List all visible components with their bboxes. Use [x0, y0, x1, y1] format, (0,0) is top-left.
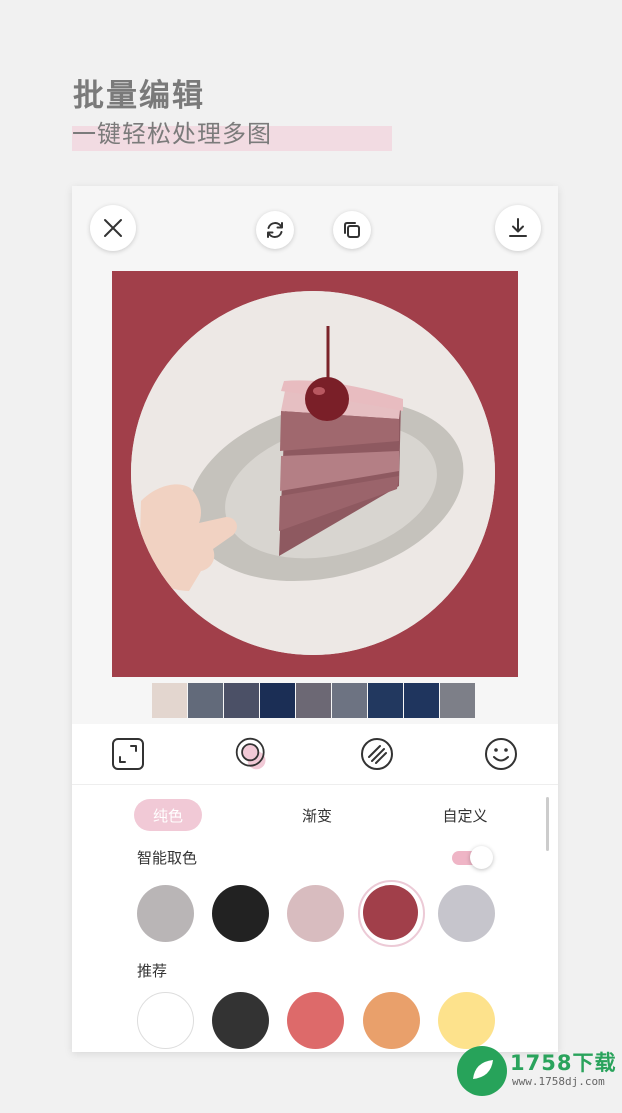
thumbnail[interactable]	[224, 683, 259, 718]
watermark-brand: 1758下载	[510, 1051, 617, 1075]
tool-expand[interactable]	[110, 736, 146, 772]
toggle-knob	[470, 846, 493, 869]
duplicate-button[interactable]	[333, 211, 371, 249]
thumbnail[interactable]	[332, 683, 367, 718]
thumbnail[interactable]	[368, 683, 403, 718]
thumbnail[interactable]	[152, 683, 187, 718]
photo-crop-circle[interactable]	[131, 291, 495, 655]
tab-gradient[interactable]: 渐变	[282, 799, 352, 831]
tab-custom[interactable]: 自定义	[430, 799, 500, 831]
thumbnail[interactable]	[404, 683, 439, 718]
smiley-icon	[485, 738, 517, 770]
thumbnail-strip	[152, 683, 475, 718]
rotate-button[interactable]	[256, 211, 294, 249]
smart-color-swatch[interactable]	[438, 885, 495, 942]
tool-bar	[72, 724, 558, 785]
smart-color-swatch[interactable]	[137, 885, 194, 942]
smart-color-swatch[interactable]	[287, 885, 344, 942]
recommend-color-swatch[interactable]	[137, 992, 194, 1049]
watermark-url: www.1758dj.com	[512, 1075, 605, 1088]
hero-subtitle: 一键轻松处理多图	[72, 120, 272, 148]
expand-icon	[112, 738, 144, 770]
recommend-label: 推荐	[137, 962, 168, 980]
close-icon	[104, 219, 122, 237]
panel-scrollbar[interactable]	[546, 797, 549, 851]
tool-border-color[interactable]	[234, 736, 270, 772]
thumbnail[interactable]	[260, 683, 295, 718]
tool-texture[interactable]	[359, 736, 395, 772]
texture-icon	[361, 738, 393, 770]
hero-title: 批量编辑	[73, 78, 205, 114]
recommend-color-swatch[interactable]	[287, 992, 344, 1049]
smart-color-swatch-selected[interactable]	[363, 885, 418, 940]
download-button[interactable]	[495, 205, 541, 251]
recommend-color-swatch[interactable]	[363, 992, 420, 1049]
smart-color-swatch[interactable]	[212, 885, 269, 942]
ring-icon	[235, 737, 266, 770]
tool-sticker[interactable]	[483, 736, 519, 772]
color-panel: 纯色 渐变 自定义 智能取色 推荐	[72, 785, 558, 1052]
thumbnail[interactable]	[188, 683, 223, 718]
smart-pick-label: 智能取色	[137, 849, 198, 867]
recommend-color-swatch[interactable]	[212, 992, 269, 1049]
watermark-leaf-icon	[457, 1046, 507, 1096]
thumbnail[interactable]	[440, 683, 475, 718]
watermark-logo: 1758下载 www.1758dj.com	[455, 1041, 622, 1101]
cake-photo	[131, 291, 495, 655]
download-icon	[509, 218, 527, 237]
duplicate-icon	[344, 222, 360, 238]
tab-solid[interactable]: 纯色	[134, 799, 202, 831]
thumbnail[interactable]	[296, 683, 331, 718]
app-screen: 纯色 渐变 自定义 智能取色 推荐	[72, 186, 558, 1052]
smart-pick-toggle[interactable]	[452, 846, 493, 869]
rotate-icon	[267, 222, 283, 238]
close-button[interactable]	[90, 205, 136, 251]
preview-canvas[interactable]	[112, 271, 518, 677]
